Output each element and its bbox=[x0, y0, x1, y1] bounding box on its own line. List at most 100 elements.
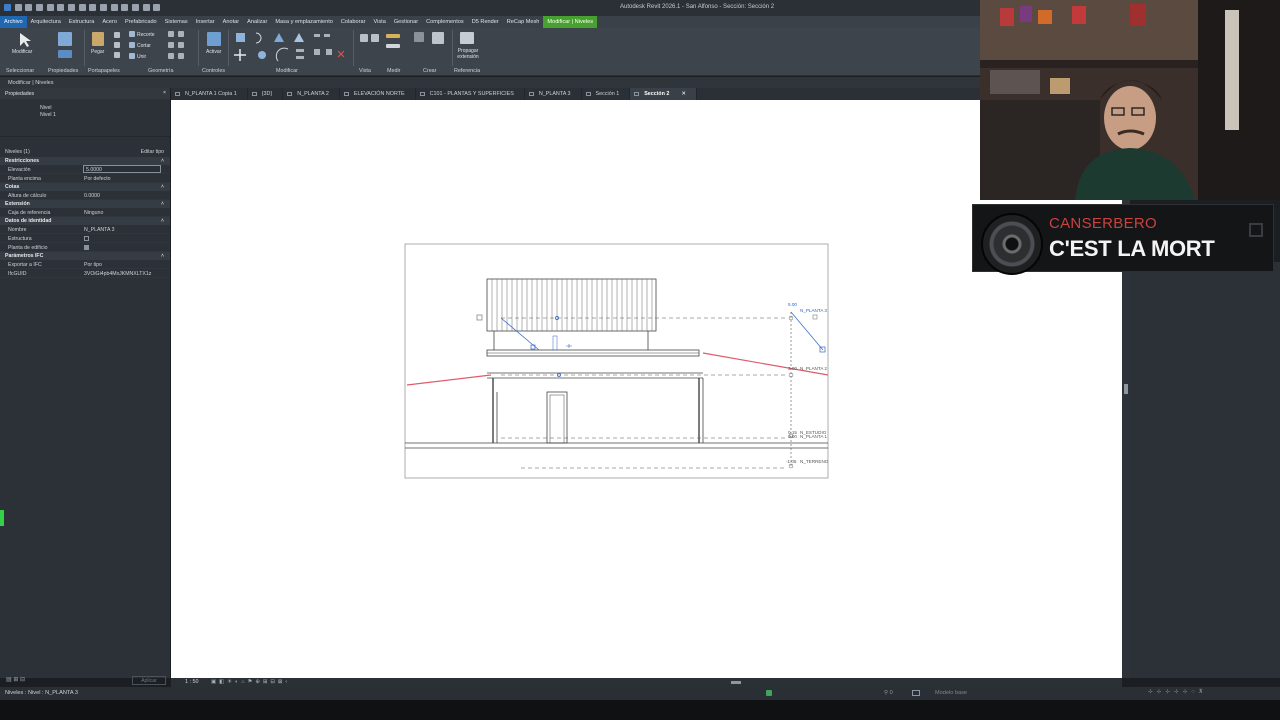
worksharing-icon[interactable] bbox=[766, 690, 772, 696]
tab-anotar[interactable]: Anotar bbox=[219, 16, 243, 28]
tab-modificar-niveles[interactable]: Modificar | Niveles bbox=[543, 16, 598, 28]
close-icon[interactable]: × bbox=[163, 90, 166, 96]
type-properties-icon[interactable] bbox=[58, 50, 72, 58]
sync-icon[interactable] bbox=[36, 4, 44, 11]
geometry-tool-4-icon[interactable] bbox=[178, 42, 184, 48]
tab-gestionar[interactable]: Gestionar bbox=[390, 16, 422, 28]
collapse-icon[interactable]: ˄ bbox=[161, 184, 164, 190]
level-tag-terreno[interactable]: N_TERRENO bbox=[800, 459, 829, 464]
modify-cursor-icon[interactable] bbox=[18, 32, 32, 48]
category-datos-identidad[interactable]: Datos de identidad ˄ bbox=[0, 217, 170, 225]
tab-insertar[interactable]: Insertar bbox=[192, 16, 219, 28]
match-icon[interactable] bbox=[114, 52, 120, 58]
cut-geometry-icon[interactable] bbox=[129, 42, 135, 48]
type-selector[interactable]: Nivel Nivel 1 bbox=[0, 99, 170, 137]
dimension-measure-icon[interactable] bbox=[386, 44, 400, 48]
category-restricciones[interactable]: Restricciones ˄ bbox=[0, 157, 170, 165]
export-ifc-value[interactable]: Por tipo bbox=[84, 262, 102, 268]
join-icon[interactable] bbox=[129, 53, 135, 59]
apply-button[interactable]: Aplicar bbox=[132, 676, 166, 685]
tab-analizar[interactable]: Analizar bbox=[243, 16, 271, 28]
redo-icon[interactable] bbox=[57, 4, 65, 11]
section-icon[interactable] bbox=[121, 4, 129, 11]
view-tab[interactable]: N_PLANTA 3 bbox=[525, 88, 582, 100]
propagate-extents-icon[interactable] bbox=[460, 32, 474, 44]
edit-type-button[interactable]: Editar tipo bbox=[141, 149, 164, 155]
group-seleccionar[interactable]: Seleccionar bbox=[6, 68, 34, 74]
filter-selection-icon[interactable]: ⚲ 0 bbox=[884, 690, 893, 696]
copy-icon[interactable] bbox=[114, 42, 120, 48]
story-above-value[interactable]: Por defecto bbox=[84, 176, 111, 182]
view-tab[interactable]: C101 - PLANTAS Y SUPERFICIES bbox=[416, 88, 525, 100]
collapse-icon[interactable]: ˄ bbox=[161, 253, 164, 259]
view-override-icon[interactable] bbox=[371, 34, 379, 42]
instance-filter[interactable]: Niveles (1) Editar tipo bbox=[0, 147, 170, 157]
properties-icon[interactable] bbox=[58, 32, 72, 46]
open-icon[interactable] bbox=[14, 4, 22, 11]
modify-button[interactable]: Modificar bbox=[12, 49, 32, 55]
text-icon[interactable] bbox=[100, 4, 108, 11]
scope-box-value[interactable]: Ninguno bbox=[84, 210, 103, 216]
cope-icon[interactable] bbox=[129, 31, 135, 37]
elevation-input[interactable]: 5.0000 bbox=[83, 165, 161, 173]
geometry-tool-2-icon[interactable] bbox=[178, 31, 184, 37]
collapse-icon[interactable]: ˄ bbox=[161, 201, 164, 207]
collapse-icon[interactable]: ˄ bbox=[161, 158, 164, 164]
dimension-icon[interactable] bbox=[89, 4, 97, 11]
scroll-thumb[interactable] bbox=[1124, 384, 1128, 394]
view-tab[interactable]: N_PLANTA 2 bbox=[283, 88, 340, 100]
recorte-button[interactable]: Recorte bbox=[137, 32, 155, 38]
geometry-tool-5-icon[interactable] bbox=[168, 53, 174, 59]
collapse-icon[interactable]: ˄ bbox=[161, 218, 164, 224]
view-control-icons[interactable]: ▣◧☀◐⌂⚑⊕⊞⊟⊠‹ bbox=[211, 679, 290, 685]
save-icon[interactable] bbox=[25, 4, 33, 11]
create-assembly-icon[interactable] bbox=[414, 32, 424, 42]
modify-tools-icons[interactable] bbox=[234, 31, 354, 67]
tab-sistemas[interactable]: Sistemas bbox=[161, 16, 192, 28]
level-elevation-planta3[interactable]: 5.00 bbox=[788, 302, 797, 307]
close-tab-icon[interactable]: ✕ bbox=[681, 91, 686, 97]
view-hide-icon[interactable] bbox=[360, 34, 368, 42]
tab-vista[interactable]: Vista bbox=[369, 16, 389, 28]
3d-view-icon[interactable] bbox=[110, 4, 118, 11]
roof-element[interactable] bbox=[486, 278, 657, 332]
tab-colaborar[interactable]: Colaborar bbox=[337, 16, 370, 28]
revit-logo-icon[interactable] bbox=[4, 4, 11, 11]
name-value[interactable]: N_PLANTA 3 bbox=[84, 227, 114, 233]
paste-button[interactable]: Pegar bbox=[91, 49, 104, 55]
view-tab[interactable]: N_PLANTA 1 Copia 1 bbox=[171, 88, 248, 100]
paste-icon[interactable] bbox=[92, 32, 104, 46]
tab-d5-render[interactable]: D5 Render bbox=[468, 16, 503, 28]
selection-toggle-icons[interactable]: ⊹⊹⊹⊹⊹◌⊼ bbox=[1148, 689, 1207, 695]
horizontal-scroll-thumb[interactable] bbox=[731, 681, 741, 684]
tab-recap-mesh[interactable]: ReCap Mesh bbox=[503, 16, 544, 28]
design-options-icon[interactable] bbox=[912, 690, 920, 696]
tab-acero[interactable]: Acero bbox=[98, 16, 121, 28]
category-cotas[interactable]: Cotas ˄ bbox=[0, 183, 170, 191]
geometry-tool-6-icon[interactable] bbox=[178, 53, 184, 59]
switch-windows-icon[interactable] bbox=[153, 4, 161, 11]
measure-icon[interactable] bbox=[386, 34, 400, 38]
level-elevation-terreno[interactable]: -1.05 bbox=[786, 459, 797, 464]
geometry-tool-1-icon[interactable] bbox=[168, 31, 174, 37]
level-elevation-planta2[interactable]: 3.00 bbox=[788, 366, 797, 371]
view-tab[interactable]: {3D} bbox=[248, 88, 284, 100]
building-story-checkbox[interactable] bbox=[84, 245, 89, 250]
computation-height-value[interactable]: 0.0000 bbox=[84, 193, 100, 199]
view-tab[interactable]: Sección 1 bbox=[582, 88, 631, 100]
structural-checkbox[interactable] bbox=[84, 236, 89, 241]
tab-prefabricado[interactable]: Prefabricado bbox=[121, 16, 161, 28]
level-lines[interactable] bbox=[501, 312, 792, 469]
close-hidden-icon[interactable] bbox=[142, 4, 150, 11]
unir-button[interactable]: Unir bbox=[137, 54, 146, 60]
category-parametros-ifc[interactable]: Parámetros IFC ˄ bbox=[0, 252, 170, 260]
terrain-line-left[interactable] bbox=[406, 374, 492, 386]
activar-button[interactable]: Activar bbox=[206, 49, 221, 55]
tab-archivo[interactable]: Archivo bbox=[0, 16, 27, 28]
activate-controls-icon[interactable] bbox=[207, 32, 221, 46]
category-extension[interactable]: Extensión ˄ bbox=[0, 200, 170, 208]
filter-label[interactable]: Niveles (1) bbox=[5, 149, 30, 155]
tab-estructura[interactable]: Estructura bbox=[65, 16, 99, 28]
create-group-icon[interactable] bbox=[432, 32, 444, 44]
cortar-button[interactable]: Cortar bbox=[137, 43, 151, 49]
